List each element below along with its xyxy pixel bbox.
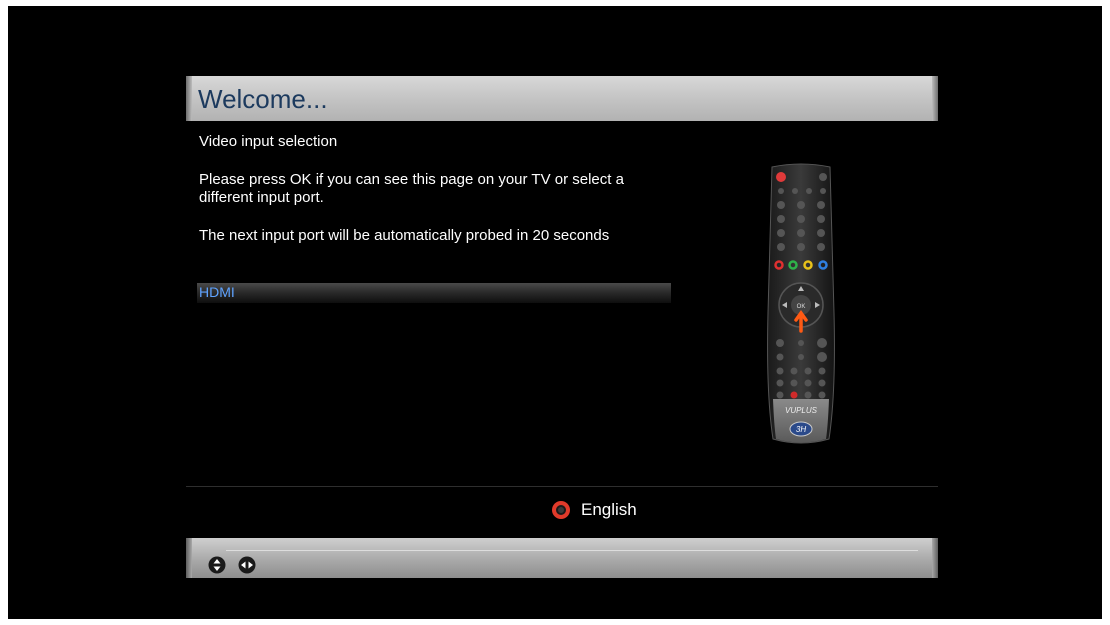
timer-text: The next input port will be automaticall…	[199, 227, 610, 244]
page-title: Welcome...	[198, 84, 328, 114]
instruction-text: Please press OK if you can see this page…	[199, 171, 624, 206]
button-bar	[186, 538, 938, 578]
input-port-item-hdmi[interactable]: HDMI	[197, 283, 671, 303]
svg-text:3H: 3H	[796, 425, 806, 434]
tv-screen: Welcome... Video input selection Please …	[8, 6, 1102, 619]
remote-control-image: OK VUPLUS 3H	[766, 163, 836, 445]
language-label: English	[581, 500, 637, 519]
language-ring-icon	[552, 501, 570, 519]
button-bar-line	[226, 550, 918, 551]
section-heading: Video input selection	[199, 133, 338, 150]
footer-divider	[186, 486, 938, 487]
svg-text:OK: OK	[797, 304, 806, 310]
input-port-label: HDMI	[199, 284, 235, 300]
up-down-arrows-icon	[208, 556, 226, 574]
language-selector[interactable]: English	[551, 498, 637, 522]
remote-brand-label: VUPLUS	[785, 406, 818, 415]
left-right-arrows-icon	[238, 556, 256, 574]
title-bar: Welcome...	[186, 76, 938, 121]
